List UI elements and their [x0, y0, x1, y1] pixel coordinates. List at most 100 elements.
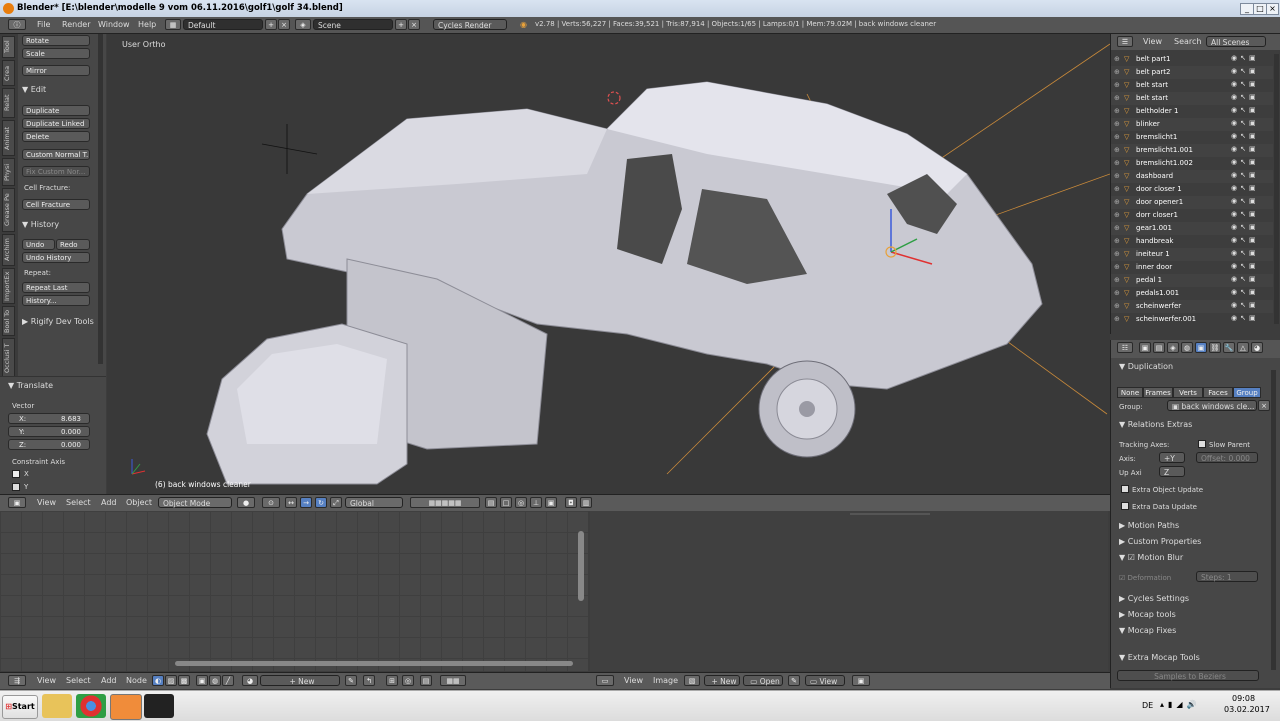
constraint-x-checkbox[interactable] [12, 470, 20, 478]
outliner-item[interactable]: ⊕ ▽ bremslicht1 ◉↖▣ [1111, 131, 1273, 144]
layers-tab-icon[interactable]: ▤ [1153, 342, 1165, 353]
tab-grease-pencil[interactable]: Grease Pe [2, 188, 15, 232]
chrome-icon[interactable] [76, 694, 106, 718]
constraint-y-checkbox[interactable] [12, 483, 20, 491]
expand-icon[interactable]: ⊕ [1114, 81, 1120, 89]
outliner-item[interactable]: ⊕ ▽ dorr closer1 ◉↖▣ [1111, 209, 1273, 222]
node-menu-node[interactable]: Node [126, 676, 147, 685]
object-shader-icon[interactable]: ▣ [196, 675, 208, 686]
scene-icon[interactable]: ◈ [295, 19, 311, 30]
visibility-icons[interactable]: ◉↖▣ [1231, 119, 1259, 127]
shading-icon[interactable]: ● [237, 497, 255, 508]
repeat-last-button[interactable]: Repeat Last [22, 282, 90, 293]
shader-tree-icon[interactable]: ◐ [152, 675, 164, 686]
opengl-anim-icon[interactable]: ▥ [580, 497, 592, 508]
image-pin-icon[interactable]: ✎ [788, 675, 800, 686]
samples-to-beziers-button[interactable]: Samples to Beziers [1117, 670, 1259, 681]
node-scrollbar-h[interactable] [175, 661, 573, 666]
screen-layout-icon[interactable]: ▦ [165, 19, 181, 30]
visibility-icons[interactable]: ◉↖▣ [1231, 249, 1259, 257]
motion-paths-header[interactable]: ▶ Motion Paths [1119, 521, 1179, 530]
car-model[interactable] [107, 34, 1110, 494]
outliner-item[interactable]: ⊕ ▽ door closer 1 ◉↖▣ [1111, 183, 1273, 196]
properties-type-icon[interactable]: ☷ [1117, 342, 1133, 353]
vp-menu-object[interactable]: Object [126, 498, 152, 507]
clear-group-icon[interactable]: × [1258, 400, 1270, 411]
material-browse-icon[interactable]: ◕ [242, 675, 258, 686]
visibility-icons[interactable]: ◉↖▣ [1231, 314, 1259, 322]
menu-file[interactable]: File [37, 20, 50, 29]
node-scrollbar-v[interactable] [578, 531, 584, 601]
expand-icon[interactable]: ⊕ [1114, 107, 1120, 115]
maximize-icon[interactable]: □ [1253, 3, 1267, 15]
scene-field[interactable]: Scene [313, 19, 393, 30]
outliner-item[interactable]: ⊕ ▽ scheinwerfer.001 ◉↖▣ [1111, 313, 1273, 326]
expand-icon[interactable]: ⊕ [1114, 146, 1120, 154]
dup-none[interactable]: None [1117, 387, 1143, 398]
duplication-header[interactable]: ▼ Duplication [1119, 362, 1173, 371]
visibility-icons[interactable]: ◉↖▣ [1231, 106, 1259, 114]
manipulator-icon[interactable]: ↔ [285, 497, 297, 508]
3d-viewport[interactable]: User Ortho (6) back windows cleaner [107, 34, 1110, 494]
expand-icon[interactable]: ⊕ [1114, 159, 1120, 167]
expand-icon[interactable]: ⊕ [1114, 94, 1120, 102]
render-tab-icon[interactable]: ▣ [1139, 342, 1151, 353]
visibility-icons[interactable]: ◉↖▣ [1231, 145, 1259, 153]
vector-y-field[interactable]: Y: 0.000 [8, 426, 90, 437]
editor-type-image-icon[interactable]: ▭ [596, 675, 614, 686]
custom-properties-header[interactable]: ▶ Custom Properties [1119, 537, 1201, 546]
menu-help[interactable]: Help [138, 20, 156, 29]
visibility-icons[interactable]: ◉↖▣ [1231, 80, 1259, 88]
language-indicator[interactable]: DE [1142, 701, 1153, 710]
mocap-tools-header[interactable]: ▶ Mocap tools [1119, 610, 1176, 619]
node-menu-view[interactable]: View [37, 676, 56, 685]
line-style-icon[interactable]: ╱ [222, 675, 234, 686]
scale-button[interactable]: Scale [22, 48, 90, 59]
object-tab-icon[interactable]: ▣ [1195, 342, 1207, 353]
lock-layer-icon[interactable]: ▤ [485, 497, 497, 508]
expand-icon[interactable]: ⊕ [1114, 185, 1120, 193]
expand-icon[interactable]: ⊕ [1114, 315, 1120, 323]
blender-taskbar-icon[interactable] [110, 694, 142, 720]
outliner-item[interactable]: ⊕ ▽ blinker ◉↖▣ [1111, 118, 1273, 131]
node-menu-add[interactable]: Add [101, 676, 117, 685]
expand-icon[interactable]: ⊕ [1114, 276, 1120, 284]
expand-icon[interactable]: ⊕ [1114, 211, 1120, 219]
scale-manip-icon[interactable]: ⤢ [330, 497, 342, 508]
fix-custom-normal-button[interactable]: Fix Custom Nor... [22, 166, 90, 177]
visibility-icons[interactable]: ◉↖▣ [1231, 184, 1259, 192]
tab-bool-tool[interactable]: Bool To [2, 306, 15, 336]
snap-mode-icon[interactable]: ◎ [402, 675, 414, 686]
operator-title[interactable]: ▼ Translate [8, 381, 53, 390]
vp-menu-view[interactable]: View [37, 498, 56, 507]
obs-icon[interactable] [144, 694, 174, 718]
node-editor[interactable] [0, 511, 588, 671]
material-tab-icon[interactable]: ◕ [1251, 342, 1263, 353]
expand-icon[interactable]: ⊕ [1114, 55, 1120, 63]
expand-icon[interactable]: ⊕ [1114, 172, 1120, 180]
outliner-item[interactable]: ⊕ ▽ dashboard ◉↖▣ [1111, 170, 1273, 183]
outliner-item[interactable]: ⊕ ▽ bremslicht1.001 ◉↖▣ [1111, 144, 1273, 157]
menu-window[interactable]: Window [98, 20, 130, 29]
outliner-item[interactable]: ⊕ ▽ door opener1 ◉↖▣ [1111, 196, 1273, 209]
outliner-item[interactable]: ⊕ ▽ bremslicht1.002 ◉↖▣ [1111, 157, 1273, 170]
node-menu-select[interactable]: Select [66, 676, 91, 685]
snap-node-icon[interactable]: ⊞ [386, 675, 398, 686]
copy-node-icon[interactable]: ▤ [420, 675, 432, 686]
expand-icon[interactable]: ⊕ [1114, 120, 1120, 128]
visibility-icons[interactable]: ◉↖▣ [1231, 171, 1259, 179]
outliner-type-icon[interactable]: ☰ [1117, 36, 1133, 47]
rotate-manip-icon[interactable]: ↻ [315, 497, 327, 508]
undo-button[interactable]: Undo [22, 239, 55, 250]
slow-parent-checkbox[interactable] [1198, 440, 1206, 448]
tab-relations[interactable]: Relat [2, 88, 15, 118]
outliner-menu-view[interactable]: View [1143, 37, 1162, 46]
track-axis-dropdown[interactable]: +Y [1159, 452, 1185, 463]
remove-layout-icon[interactable]: × [278, 19, 290, 30]
mode-dropdown[interactable]: Object Mode [158, 497, 232, 508]
orientation-dropdown[interactable]: Global [345, 497, 403, 508]
expand-icon[interactable]: ⊕ [1114, 198, 1120, 206]
visibility-icons[interactable]: ◉↖▣ [1231, 223, 1259, 231]
minimize-icon[interactable]: _ [1240, 3, 1254, 15]
visibility-icons[interactable]: ◉↖▣ [1231, 93, 1259, 101]
